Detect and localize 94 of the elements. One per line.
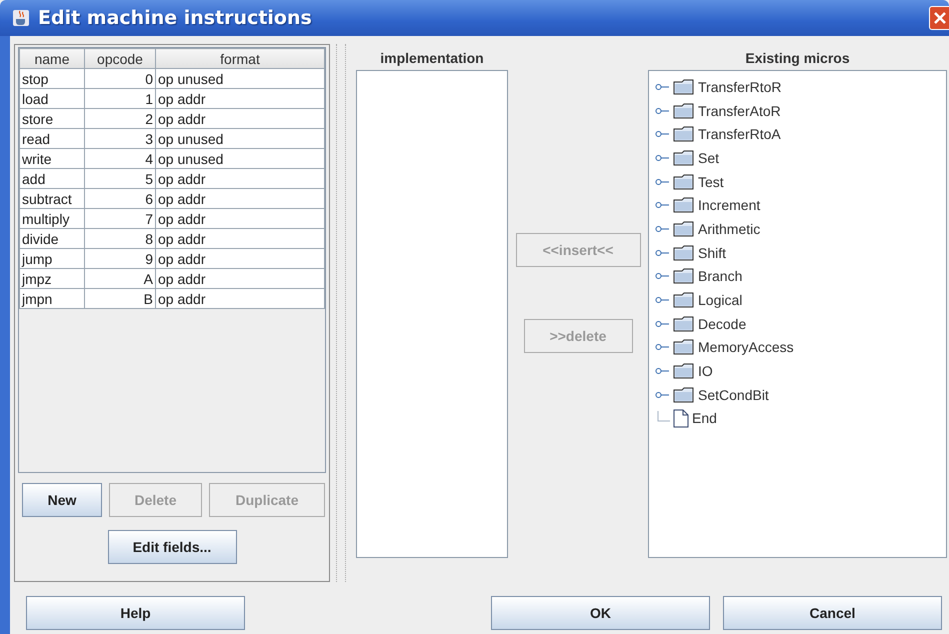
folder-icon	[673, 126, 695, 142]
close-button[interactable]	[929, 6, 949, 30]
expand-handle-icon[interactable]	[655, 201, 670, 210]
table-cell: jump	[20, 248, 84, 268]
folder-icon	[673, 292, 695, 308]
table-cell: load	[20, 88, 84, 108]
column-header[interactable]: format	[156, 48, 324, 68]
table-cell: store	[20, 108, 84, 128]
table-cell: B	[84, 288, 156, 308]
folder-icon	[673, 386, 695, 403]
implementation-heading: implementation	[380, 49, 484, 64]
new-button[interactable]: New	[22, 483, 102, 517]
tree-item[interactable]: Set	[698, 150, 720, 166]
folder-icon	[673, 268, 695, 284]
tree-item[interactable]: Test	[698, 174, 724, 190]
table-cell: 1	[84, 88, 156, 108]
table-cell: op unused	[156, 68, 324, 88]
tree-item[interactable]: End	[692, 410, 717, 426]
table-cell: 8	[84, 228, 156, 248]
tree-item[interactable]: Shift	[698, 244, 726, 261]
tree-item[interactable]: Arithmetic	[698, 220, 760, 237]
column-header[interactable]: opcode	[84, 48, 156, 68]
folder-icon	[673, 363, 695, 380]
existing-micros-heading: Existing micros	[745, 49, 850, 64]
folder-icon	[673, 150, 695, 166]
table-cell: subtract	[20, 188, 84, 208]
tree-item[interactable]: Increment	[698, 197, 760, 214]
table-cell: 6	[84, 188, 156, 208]
folder-icon	[673, 102, 695, 119]
table-cell: op addr	[156, 168, 324, 188]
expand-handle-icon[interactable]	[655, 320, 670, 328]
table-cell: A	[84, 268, 156, 288]
table-cell: 7	[84, 208, 156, 228]
folder-icon	[673, 244, 695, 261]
tree-item[interactable]: TransferRtoR	[698, 78, 782, 95]
table-cell: 0	[84, 68, 156, 88]
close-icon	[932, 11, 946, 25]
tree-item[interactable]: IO	[698, 363, 713, 380]
table-cell: op addr	[156, 88, 324, 108]
expand-handle-icon[interactable]	[655, 296, 670, 304]
expand-handle-icon[interactable]	[655, 224, 670, 233]
document-icon	[673, 408, 689, 428]
table-cell: op addr	[156, 288, 324, 308]
ok-button[interactable]: OK	[491, 596, 710, 630]
cancel-button[interactable]: Cancel	[723, 596, 942, 630]
folder-icon	[673, 78, 695, 95]
java-cup-icon	[12, 9, 30, 27]
table-cell: read	[20, 128, 84, 148]
expand-handle-icon[interactable]	[655, 130, 670, 138]
table-cell: multiply	[20, 208, 84, 228]
tree-item[interactable]: TransferRtoA	[698, 126, 781, 142]
tree-item[interactable]: MemoryAccess	[698, 339, 794, 356]
folder-icon	[673, 197, 695, 214]
folder-icon	[673, 339, 695, 356]
tree-item[interactable]: Branch	[698, 268, 742, 284]
edit-fields-button[interactable]: Edit fields...	[108, 530, 236, 564]
table-cell: op unused	[156, 148, 324, 168]
tree-item[interactable]: SetCondBit	[698, 386, 769, 403]
expand-handle-icon[interactable]	[655, 367, 670, 376]
table-cell: stop	[20, 68, 84, 88]
help-button[interactable]: Help	[26, 596, 245, 630]
table-cell: jmpn	[20, 288, 84, 308]
table-cell: 4	[84, 148, 156, 168]
table-cell: 2	[84, 108, 156, 128]
expand-handle-icon[interactable]	[655, 178, 670, 186]
folder-icon	[673, 220, 695, 237]
tree-item[interactable]: Decode	[698, 316, 746, 332]
table-cell: add	[20, 168, 84, 188]
table-cell: jmpz	[20, 268, 84, 288]
expand-handle-icon[interactable]	[655, 390, 670, 399]
table-cell: 5	[84, 168, 156, 188]
table-cell: op unused	[156, 128, 324, 148]
expand-handle-icon[interactable]	[655, 343, 670, 352]
table-cell: op addr	[156, 268, 324, 288]
table-cell: divide	[20, 228, 84, 248]
table-cell: op addr	[156, 228, 324, 248]
table-cell: op addr	[156, 208, 324, 228]
table-cell: 9	[84, 248, 156, 268]
expand-handle-icon[interactable]	[655, 106, 670, 115]
tree-item[interactable]: Logical	[698, 292, 742, 308]
tree-item[interactable]: TransferAtoR	[698, 102, 781, 119]
column-header[interactable]: name	[20, 48, 84, 68]
expand-handle-icon[interactable]	[655, 248, 670, 257]
table-cell: 3	[84, 128, 156, 148]
table-cell: op addr	[156, 248, 324, 268]
table-cell: op addr	[156, 188, 324, 208]
window-title: Edit machine instructions	[38, 7, 313, 29]
expand-handle-icon[interactable]	[655, 82, 670, 91]
expand-handle-icon[interactable]	[655, 272, 670, 280]
table-cell: op addr	[156, 108, 324, 128]
folder-icon	[673, 174, 695, 190]
table-cell: write	[20, 148, 84, 168]
expand-handle-icon[interactable]	[655, 154, 670, 162]
folder-icon	[673, 316, 695, 332]
